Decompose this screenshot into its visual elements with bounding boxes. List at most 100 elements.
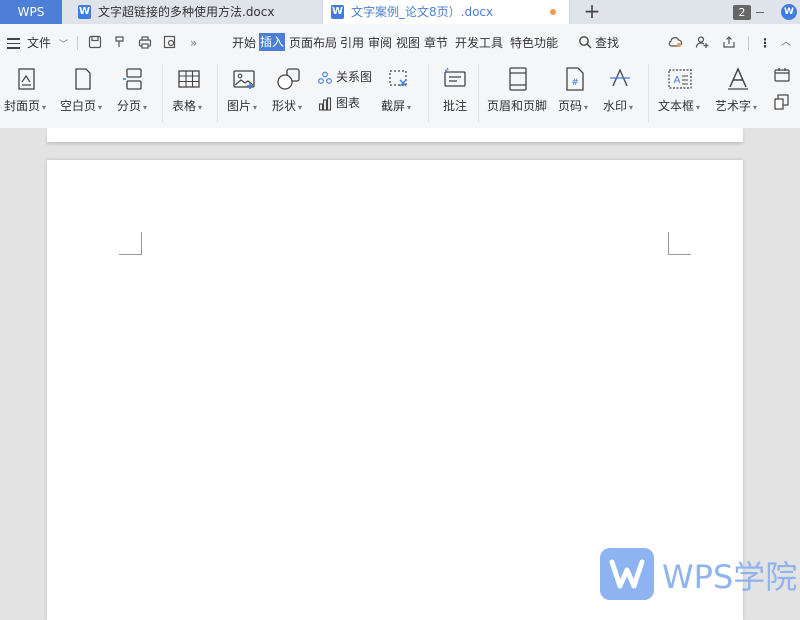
textbox-label: 文本框 ▾ xyxy=(658,99,701,113)
wps-account-icon[interactable]: W xyxy=(781,4,797,20)
header-footer-label: 页眉和页脚 xyxy=(487,99,548,113)
word-doc-icon: W xyxy=(331,5,344,19)
divider xyxy=(648,64,649,122)
screenshot-label: 截屏 ▾ xyxy=(381,99,412,113)
textbox-icon: A xyxy=(668,69,692,89)
chart-label: 图表 xyxy=(336,96,361,110)
watermark-label: 水印 ▾ xyxy=(603,99,634,113)
more-quick-access-icon[interactable]: » xyxy=(190,24,197,60)
blank-page-label: 空白页 ▾ xyxy=(60,99,103,113)
collapse-ribbon-icon[interactable]: ︿ xyxy=(781,24,791,60)
window-count-badge[interactable]: 2 xyxy=(733,5,751,20)
wps-home-tab[interactable]: WPS xyxy=(0,0,62,24)
more-options-icon[interactable]: ⋮ xyxy=(759,24,771,60)
hamburger-menu-icon[interactable] xyxy=(7,38,20,49)
word-doc-icon: W xyxy=(78,5,91,19)
save-icon[interactable] xyxy=(88,35,102,49)
print-preview-icon[interactable] xyxy=(163,35,177,49)
new-tab-button[interactable]: + xyxy=(580,0,604,24)
smartart-button[interactable]: 关系图 xyxy=(318,68,372,85)
divider xyxy=(428,64,429,122)
shape-button[interactable]: 形状 ▾ xyxy=(272,60,312,128)
tab-view[interactable]: 视图 xyxy=(396,24,420,60)
tab-review[interactable]: 审阅 xyxy=(368,24,392,60)
cover-page-icon xyxy=(18,68,35,90)
page-number-button[interactable]: # 页码 ▾ xyxy=(558,60,594,128)
tab-developer[interactable]: 开发工具 xyxy=(455,24,503,60)
file-menu[interactable]: 文件 ﹀ xyxy=(27,24,68,60)
page-number-icon: # xyxy=(566,67,584,91)
divider xyxy=(217,64,218,122)
svg-text:A: A xyxy=(674,75,681,86)
table-icon xyxy=(178,70,200,88)
chart-icon xyxy=(318,96,332,111)
margin-corner-mark xyxy=(668,232,691,255)
wps-academy-text: WPS学院 xyxy=(662,558,798,596)
divider xyxy=(162,64,163,122)
picture-icon xyxy=(233,70,255,89)
page-break-button[interactable]: 分页 ▾ xyxy=(117,60,157,128)
menu-bar: 文件 ﹀ » 开始 插入 页面布局 引用 审阅 视图 章节 开发工具 特色功能 … xyxy=(0,24,800,60)
svg-text:#: # xyxy=(571,78,579,88)
collaborate-icon[interactable] xyxy=(695,35,709,49)
tab-special-features[interactable]: 特色功能 xyxy=(510,24,558,60)
wordart-label: 艺术字 ▾ xyxy=(715,99,758,113)
cover-page-button[interactable]: 封面页 ▾ xyxy=(4,60,50,128)
tab-page-layout[interactable]: 页面布局 xyxy=(289,24,337,60)
blank-page-button[interactable]: 空白页 ▾ xyxy=(60,60,106,128)
page-break-label: 分页 ▾ xyxy=(117,99,148,113)
share-icon[interactable] xyxy=(722,35,736,49)
tab-insert[interactable]: 插入 xyxy=(259,33,286,51)
date-icon[interactable] xyxy=(774,68,790,82)
document-tab-1[interactable]: W 文字超链接的多种使用方法.docx xyxy=(70,0,313,24)
table-label: 表格 ▾ xyxy=(172,99,203,113)
format-painter-icon[interactable] xyxy=(113,35,127,49)
file-menu-label: 文件 xyxy=(27,36,52,50)
object-icon[interactable] xyxy=(774,94,790,110)
wordart-button[interactable]: 艺术字 ▾ xyxy=(715,60,761,128)
header-footer-icon xyxy=(509,67,527,91)
watermark-icon xyxy=(610,68,630,87)
smartart-label: 关系图 xyxy=(336,70,373,84)
document-canvas[interactable] xyxy=(0,128,800,620)
page-break-icon xyxy=(123,68,142,90)
page-number-label: 页码 ▾ xyxy=(558,99,589,113)
tab-references[interactable]: 引用 xyxy=(340,24,364,60)
divider xyxy=(478,64,479,122)
header-footer-button[interactable]: 页眉和页脚 xyxy=(487,60,549,128)
comment-label: 批注 xyxy=(443,99,468,113)
comment-icon xyxy=(444,67,466,87)
chevron-down-icon: ﹀ xyxy=(58,40,68,50)
document-tab-1-label: 文字超链接的多种使用方法.docx xyxy=(98,5,275,19)
wordart-icon xyxy=(728,67,748,90)
screenshot-icon xyxy=(389,70,407,87)
previous-page-bottom[interactable] xyxy=(47,128,743,142)
blank-page-icon xyxy=(75,68,91,90)
watermark-button[interactable]: 水印 ▾ xyxy=(603,60,639,128)
cloud-sync-icon[interactable] xyxy=(668,35,682,49)
title-tab-bar: WPS W 文字超链接的多种使用方法.docx W 文字案例_论文8页）.doc… xyxy=(0,0,800,24)
search-icon[interactable] xyxy=(578,35,592,49)
table-button[interactable]: 表格 ▾ xyxy=(172,60,212,128)
document-tab-2-label: 文字案例_论文8页）.docx xyxy=(351,5,494,19)
document-tab-2-active[interactable]: W 文字案例_论文8页）.docx xyxy=(322,0,570,24)
margin-corner-mark xyxy=(119,232,142,255)
divider xyxy=(748,36,749,50)
insert-ribbon: 封面页 ▾ 空白页 ▾ 分页 ▾ 表格 ▾ 图片 ▾ 形状 ▾ 关系图 图表 截… xyxy=(0,60,800,129)
print-icon[interactable] xyxy=(138,35,152,49)
search-label[interactable]: 查找 xyxy=(595,24,619,60)
picture-button[interactable]: 图片 ▾ xyxy=(227,60,267,128)
unsaved-dot-icon xyxy=(550,9,556,15)
textbox-button[interactable]: A 文本框 ▾ xyxy=(658,60,704,128)
minimize-icon[interactable] xyxy=(756,12,764,13)
tab-home[interactable]: 开始 xyxy=(232,24,256,60)
tab-chapter[interactable]: 章节 xyxy=(424,24,448,60)
wps-logo-icon xyxy=(600,548,654,600)
chart-button[interactable]: 图表 xyxy=(318,94,360,111)
comment-button[interactable]: 批注 xyxy=(440,60,472,128)
shape-label: 形状 ▾ xyxy=(272,99,303,113)
smartart-icon xyxy=(318,71,332,84)
divider xyxy=(77,36,78,50)
screenshot-button[interactable]: 截屏 ▾ xyxy=(381,60,421,128)
shape-icon xyxy=(277,68,300,90)
